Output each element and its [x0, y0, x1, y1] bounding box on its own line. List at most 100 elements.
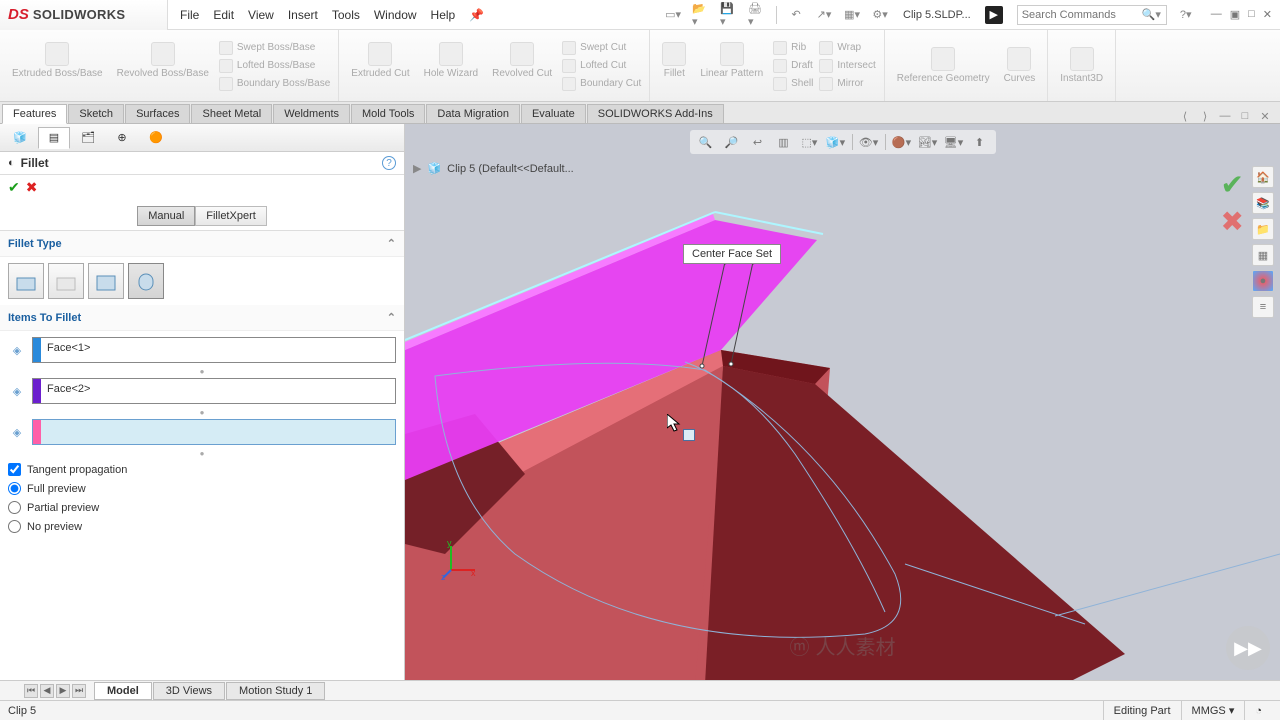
- save-icon[interactable]: 💾▾: [720, 6, 738, 24]
- tab-sheet-metal[interactable]: Sheet Metal: [191, 104, 272, 123]
- flyout-tree[interactable]: ▶ 🧊 Clip 5 (Default<<Default...: [413, 162, 574, 175]
- selection-handle[interactable]: [683, 429, 695, 441]
- mirror-button[interactable]: Mirror: [819, 76, 875, 92]
- fillet-button[interactable]: Fillet: [658, 40, 690, 92]
- tab-features[interactable]: Features: [2, 104, 67, 124]
- section-items-to-fillet[interactable]: Items To Fillet⌃: [0, 305, 404, 331]
- taskpane-library-icon[interactable]: 📚: [1252, 192, 1274, 214]
- help-icon[interactable]: ?▾: [1177, 6, 1195, 24]
- menu-window[interactable]: Window: [374, 8, 417, 22]
- zoom-area-icon[interactable]: 🔎: [722, 132, 742, 152]
- ptab-config-icon[interactable]: 🗂: [72, 127, 104, 149]
- menu-tools[interactable]: Tools: [332, 8, 360, 22]
- tab-surfaces[interactable]: Surfaces: [125, 104, 190, 123]
- tab-data-migration[interactable]: Data Migration: [426, 104, 520, 123]
- ptab-property-manager-icon[interactable]: ▤: [38, 127, 70, 149]
- section-view-icon[interactable]: ▥: [774, 132, 794, 152]
- wrap-button[interactable]: Wrap: [819, 40, 875, 56]
- tab-3d-views[interactable]: 3D Views: [153, 682, 225, 700]
- ref-geometry-button[interactable]: Reference Geometry: [893, 45, 994, 86]
- view-settings-icon[interactable]: 🖥▾: [944, 132, 964, 152]
- face-set-2-icon[interactable]: ◈: [8, 382, 26, 400]
- scene-icon[interactable]: 🏞▾: [918, 132, 938, 152]
- appearance-icon[interactable]: 🟤▾: [892, 132, 912, 152]
- revolved-boss-button[interactable]: Revolved Boss/Base: [113, 40, 213, 92]
- taskpane-explorer-icon[interactable]: 📁: [1252, 218, 1274, 240]
- tab-motion-study[interactable]: Motion Study 1: [226, 682, 325, 700]
- doc-close-icon[interactable]: ✕: [1258, 109, 1272, 123]
- resize-grip-icon[interactable]: ●: [8, 408, 396, 417]
- extruded-cut-button[interactable]: Extruded Cut: [347, 40, 413, 92]
- shell-button[interactable]: Shell: [773, 76, 813, 92]
- swept-boss-button[interactable]: Swept Boss/Base: [219, 40, 330, 56]
- curves-button[interactable]: Curves: [1000, 45, 1040, 86]
- callout-center-face-set[interactable]: Center Face Set: [683, 244, 781, 264]
- select-icon[interactable]: ↗▾: [815, 6, 833, 24]
- prev-view-icon[interactable]: ↩: [748, 132, 768, 152]
- ptab-appearance-icon[interactable]: 🟠: [140, 127, 172, 149]
- ptab-dimxpert-icon[interactable]: ⊕: [106, 127, 138, 149]
- doc-min-icon[interactable]: —: [1218, 109, 1232, 123]
- view-orient-icon[interactable]: ⬚▾: [800, 132, 820, 152]
- face-set-1-icon[interactable]: ◈: [8, 341, 26, 359]
- tab-manual[interactable]: Manual: [137, 206, 195, 226]
- extruded-boss-button[interactable]: Extruded Boss/Base: [8, 40, 107, 92]
- menu-file[interactable]: File: [180, 8, 199, 22]
- taskpane-home-icon[interactable]: 🏠: [1252, 166, 1274, 188]
- open-icon[interactable]: 📂▾: [692, 6, 710, 24]
- tab-mold-tools[interactable]: Mold Tools: [351, 104, 425, 123]
- tab-sketch[interactable]: Sketch: [68, 104, 124, 123]
- forward-overlay-icon[interactable]: ▶▶: [1226, 626, 1270, 670]
- linear-pattern-button[interactable]: Linear Pattern: [696, 40, 767, 92]
- tab-model[interactable]: Model: [94, 682, 152, 700]
- minimize-icon[interactable]: —: [1211, 8, 1222, 21]
- pm-help-icon[interactable]: ?: [382, 156, 396, 170]
- lofted-cut-button[interactable]: Lofted Cut: [562, 58, 641, 74]
- search-commands[interactable]: 🔍▾: [1017, 5, 1167, 25]
- fillet-type-full-round[interactable]: [128, 263, 164, 299]
- taskpane-custom-props-icon[interactable]: ≡: [1252, 296, 1274, 318]
- search-icon[interactable]: 🔍▾: [1138, 8, 1165, 21]
- fillet-type-constant[interactable]: [8, 263, 44, 299]
- pm-cancel-icon[interactable]: ✖: [26, 179, 38, 196]
- lofted-boss-button[interactable]: Lofted Boss/Base: [219, 58, 330, 74]
- confirm-ok-icon[interactable]: ✔: [1221, 168, 1244, 201]
- pm-ok-icon[interactable]: ✔: [8, 179, 20, 196]
- zoom-fit-icon[interactable]: 🔍: [696, 132, 716, 152]
- triad-icon[interactable]: ⬆: [970, 132, 990, 152]
- center-face-set-selection[interactable]: [32, 419, 396, 445]
- tab-first-icon[interactable]: ⏮: [24, 684, 38, 698]
- restore-icon[interactable]: ▣: [1230, 8, 1240, 21]
- rib-button[interactable]: Rib: [773, 40, 813, 56]
- ptab-feature-tree-icon[interactable]: 🧊: [4, 127, 36, 149]
- 3d-viewport[interactable]: 🔍 🔎 ↩ ▥ ⬚▾ 🧊▾ 👁▾ 🟤▾ 🏞▾ 🖥▾ ⬆ ▶ 🧊 Clip 5 (…: [405, 124, 1280, 680]
- tab-evaluate[interactable]: Evaluate: [521, 104, 586, 123]
- swept-cut-button[interactable]: Swept Cut: [562, 40, 641, 56]
- tab-addins[interactable]: SOLIDWORKS Add-Ins: [587, 104, 724, 123]
- search-play-icon[interactable]: ▶: [985, 6, 1003, 24]
- menu-view[interactable]: View: [248, 8, 274, 22]
- revolved-cut-button[interactable]: Revolved Cut: [488, 40, 556, 92]
- doc-max-icon[interactable]: □: [1238, 109, 1252, 123]
- face-set-1-selection[interactable]: Face<1>: [32, 337, 396, 363]
- search-input[interactable]: [1018, 9, 1138, 21]
- boundary-boss-button[interactable]: Boundary Boss/Base: [219, 76, 330, 92]
- resize-grip-icon[interactable]: ●: [8, 367, 396, 376]
- maximize-icon[interactable]: □: [1248, 8, 1255, 21]
- new-icon[interactable]: ▭▾: [664, 6, 682, 24]
- center-face-set-icon[interactable]: ◈: [8, 423, 26, 441]
- doc-next-icon[interactable]: ⟩: [1198, 109, 1212, 123]
- undo-icon[interactable]: ↶: [787, 6, 805, 24]
- intersect-button[interactable]: Intersect: [819, 58, 875, 74]
- hide-show-icon[interactable]: 👁▾: [859, 132, 879, 152]
- close-icon[interactable]: ✕: [1263, 8, 1272, 21]
- instant3d-button[interactable]: Instant3D: [1056, 45, 1107, 86]
- tangent-propagation-checkbox[interactable]: [8, 463, 21, 476]
- menu-pin-icon[interactable]: 📌: [469, 8, 484, 22]
- status-units[interactable]: MMGS ▾: [1181, 701, 1245, 720]
- resize-grip-icon[interactable]: ●: [8, 449, 396, 458]
- no-preview-radio[interactable]: [8, 520, 21, 533]
- partial-preview-radio[interactable]: [8, 501, 21, 514]
- tab-next-icon[interactable]: ▶: [56, 684, 70, 698]
- menu-insert[interactable]: Insert: [288, 8, 318, 22]
